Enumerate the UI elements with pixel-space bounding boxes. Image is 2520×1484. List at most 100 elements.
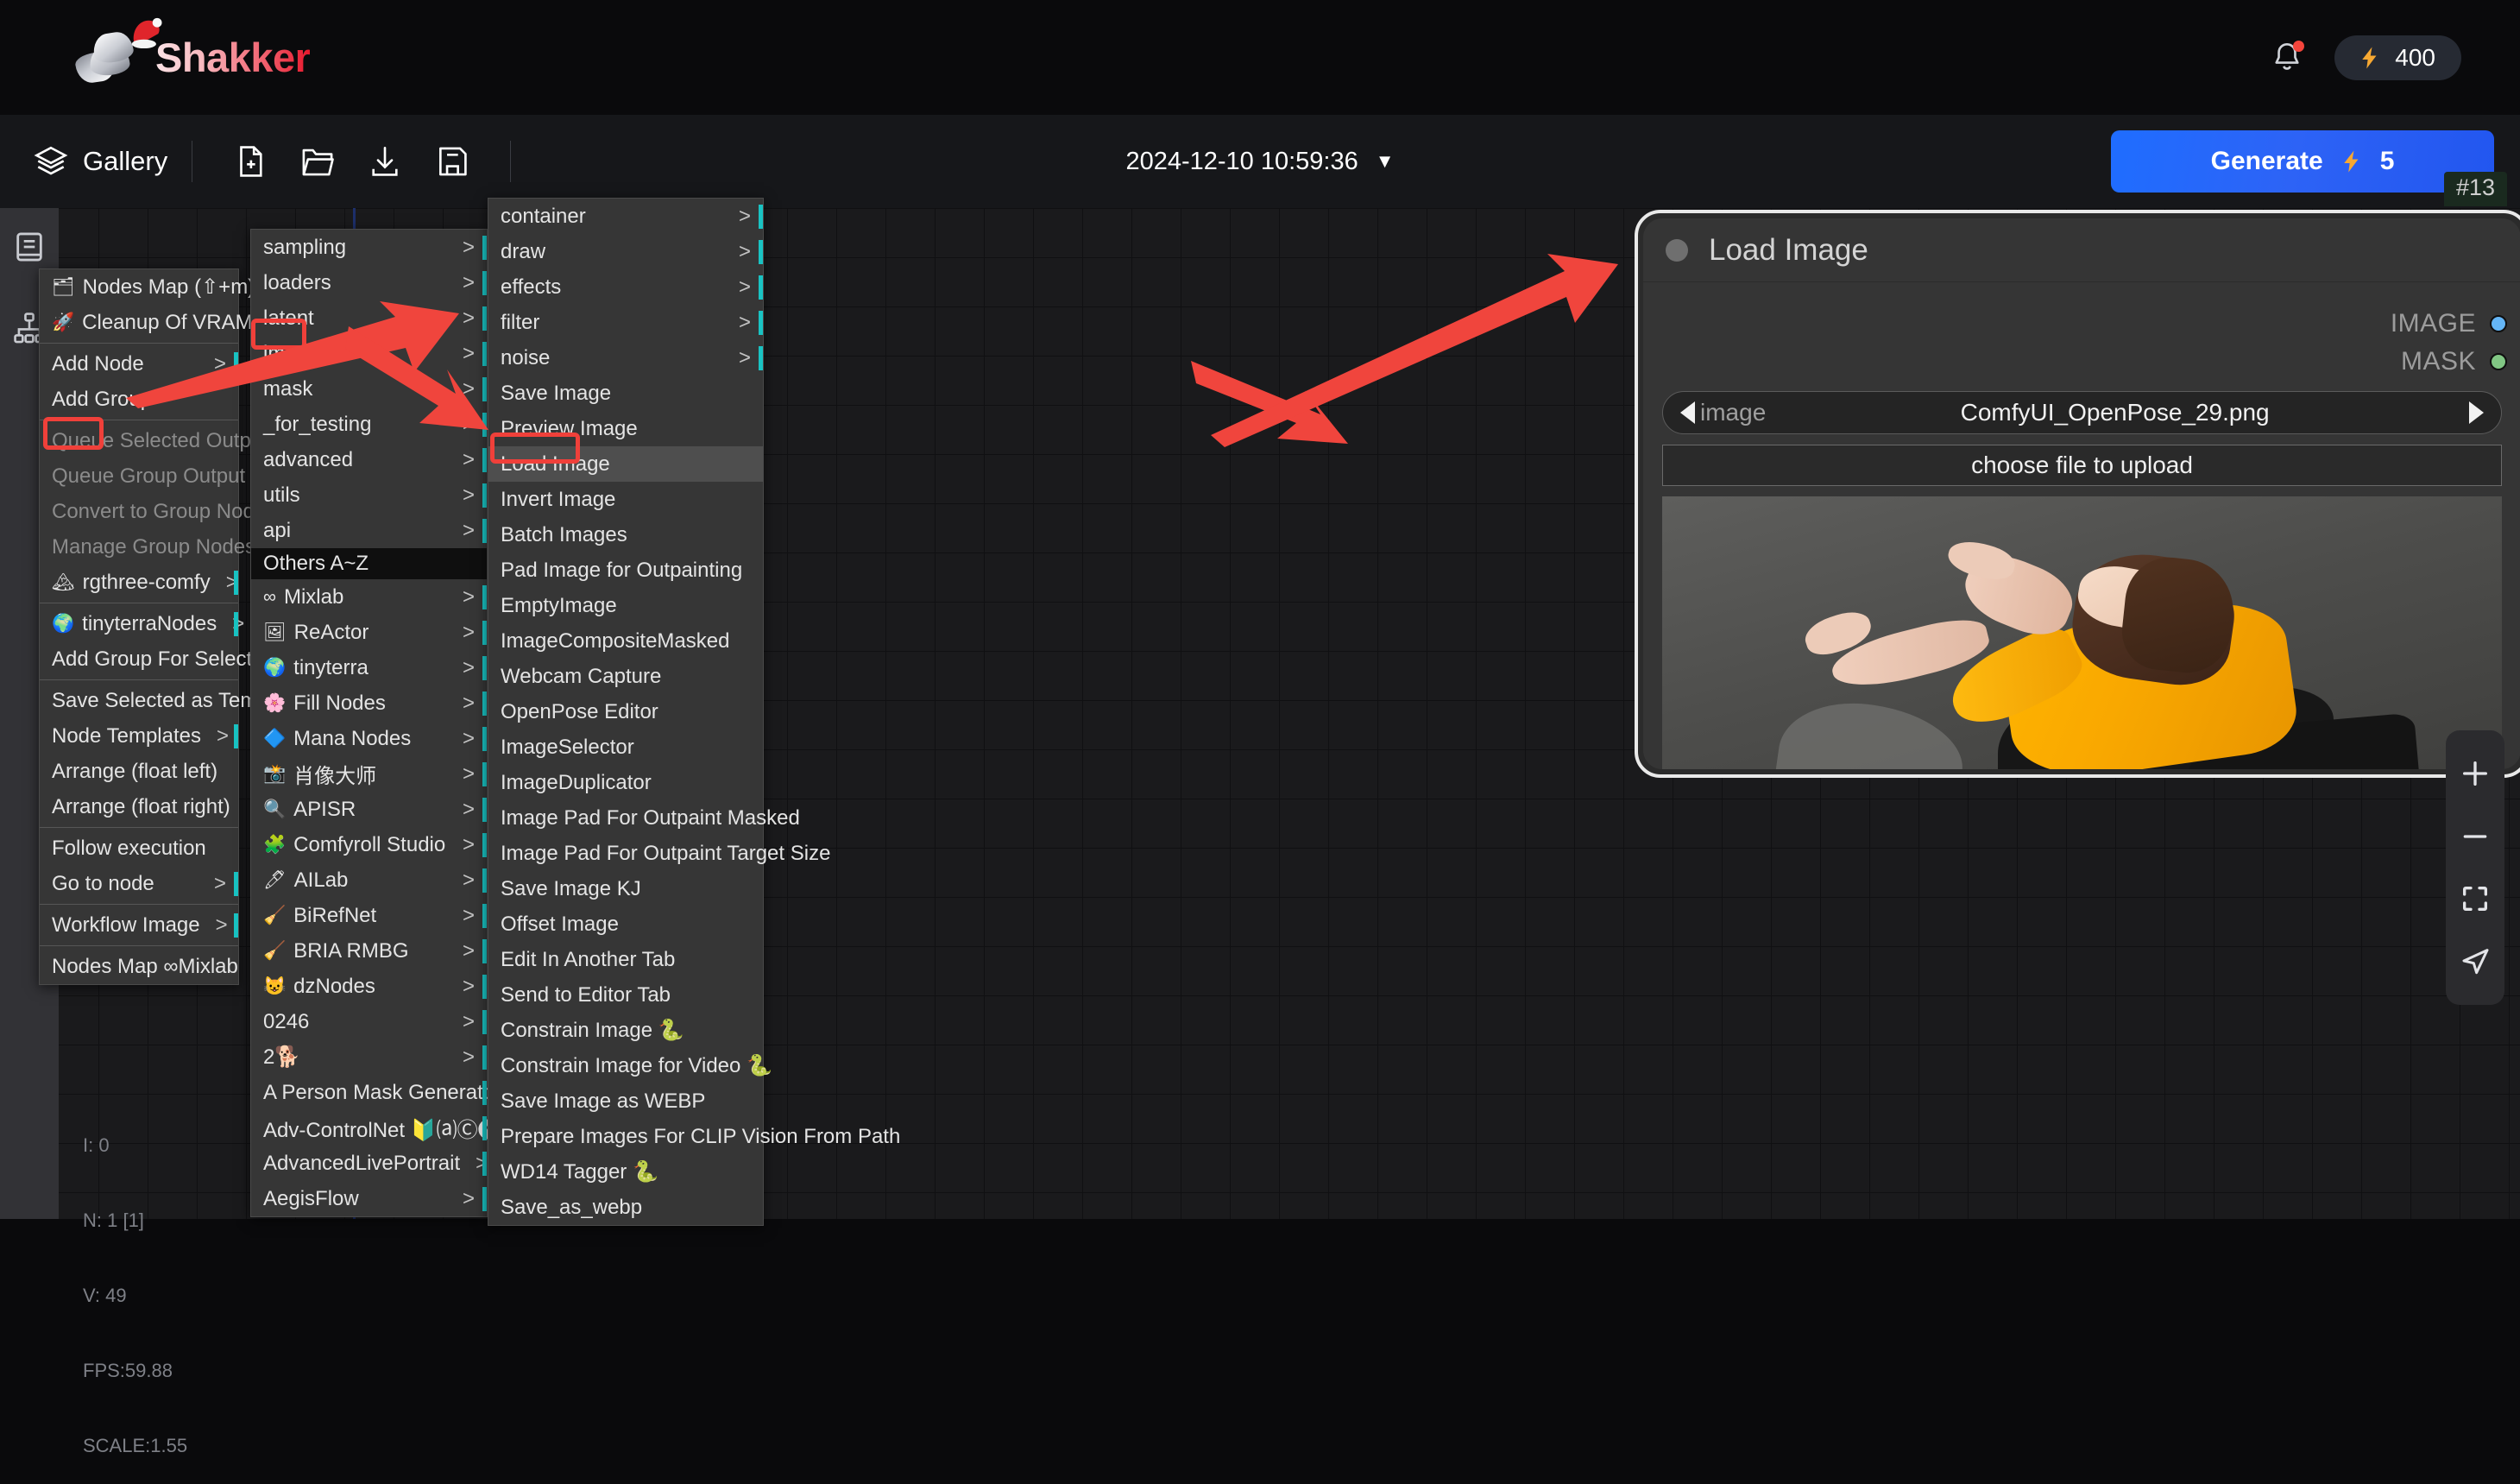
menu-item[interactable]: Load Image	[488, 446, 763, 482]
menu-item[interactable]: 🧹BRIA RMBG>	[251, 933, 487, 969]
menu-item[interactable]: ImageDuplicator	[488, 765, 763, 800]
menu-item[interactable]: 🔍APISR>	[251, 792, 487, 827]
canvas-context-menu[interactable]: 🗂Nodes Map (⇧+m)🚀Cleanup Of VRAM Used (⇧…	[39, 268, 239, 985]
menu-item[interactable]: 🌸Fill Nodes>	[251, 685, 487, 721]
menu-item[interactable]: 😺dzNodes>	[251, 969, 487, 1004]
menu-item[interactable]: Node Templates>	[40, 718, 238, 754]
menu-item[interactable]: Nodes Map ∞Mixlab	[40, 949, 238, 984]
node-title-bar[interactable]: Load Image	[1643, 218, 2520, 282]
menu-item[interactable]: image>	[251, 336, 487, 371]
port-dot-icon[interactable]	[2490, 315, 2507, 332]
menu-item[interactable]: Save Selected as Template	[40, 683, 238, 718]
menu-item[interactable]: ImageCompositeMasked	[488, 623, 763, 659]
credits-pill[interactable]: 400	[2334, 35, 2461, 80]
menu-item[interactable]: Edit In Another Tab	[488, 942, 763, 977]
save-icon[interactable]	[434, 143, 470, 180]
gallery-button[interactable]: Gallery	[33, 143, 167, 180]
node-output-image[interactable]: IMAGE	[1643, 305, 2520, 343]
menu-item[interactable]: 🔷Mana Nodes>	[251, 721, 487, 756]
image-category-submenu[interactable]: container>draw>effects>filter>noise>Save…	[488, 198, 764, 1226]
menu-item[interactable]: 🏔rgthree-comfy>	[40, 565, 238, 600]
menu-item[interactable]: 🚀Cleanup Of VRAM Used (⇧+r)	[40, 305, 238, 340]
collapse-dot-icon[interactable]	[1666, 239, 1688, 262]
menu-item[interactable]: Workflow Image>	[40, 907, 238, 943]
notification-bell-button[interactable]	[2269, 40, 2305, 76]
menu-item[interactable]: Follow execution	[40, 830, 238, 866]
menu-item[interactable]: Send to Editor Tab	[488, 977, 763, 1013]
menu-item[interactable]: Go to node>	[40, 866, 238, 901]
menu-item[interactable]: noise>	[488, 340, 763, 376]
menu-item[interactable]: 🖊AILab>	[251, 862, 487, 898]
generate-button[interactable]: Generate 5	[2111, 130, 2494, 193]
menu-item[interactable]: latent>	[251, 300, 487, 336]
port-dot-icon[interactable]	[2490, 353, 2507, 370]
menu-item[interactable]: api>	[251, 513, 487, 548]
menu-item[interactable]: 🧹BiRefNet>	[251, 898, 487, 933]
menu-item[interactable]: Constrain Image 🐍	[488, 1013, 763, 1048]
open-folder-icon[interactable]	[299, 143, 336, 180]
pan-cursor-icon[interactable]	[2458, 944, 2492, 979]
menu-item[interactable]: Constrain Image for Video 🐍	[488, 1048, 763, 1083]
workflow-timestamp-dropdown[interactable]: 2024-12-10 10:59:36 ▼	[1079, 148, 1441, 176]
menu-item[interactable]: Pad Image for Outpainting	[488, 553, 763, 588]
node-output-mask[interactable]: MASK	[1643, 343, 2520, 381]
menu-item[interactable]: container>	[488, 199, 763, 234]
download-icon[interactable]	[367, 143, 403, 180]
menu-item[interactable]: advanced>	[251, 442, 487, 477]
add-node-submenu[interactable]: sampling>loaders>latent>image>mask>_for_…	[250, 229, 488, 1217]
menu-item[interactable]: draw>	[488, 234, 763, 269]
menu-item[interactable]: Save Image	[488, 376, 763, 411]
menu-item[interactable]: loaders>	[251, 265, 487, 300]
menu-item[interactable]: Image Pad For Outpaint Masked	[488, 800, 763, 836]
menu-item[interactable]: mask>	[251, 371, 487, 407]
menu-item[interactable]: Invert Image	[488, 482, 763, 517]
menu-item[interactable]: Save Image as WEBP	[488, 1083, 763, 1119]
menu-item[interactable]: _for_testing>	[251, 407, 487, 442]
menu-item[interactable]: Add Group	[40, 382, 238, 417]
menu-item[interactable]: AegisFlow>	[251, 1181, 487, 1216]
menu-item[interactable]: 🗂Nodes Map (⇧+m)	[40, 269, 238, 305]
menu-item[interactable]: WD14 Tagger 🐍	[488, 1154, 763, 1190]
triangle-right-icon[interactable]	[2469, 401, 2484, 424]
menu-item[interactable]: filter>	[488, 305, 763, 340]
new-workflow-icon[interactable]	[232, 143, 268, 180]
menu-item[interactable]: EmptyImage	[488, 588, 763, 623]
menu-item[interactable]: sampling>	[251, 230, 487, 265]
menu-item[interactable]: Add Node>	[40, 346, 238, 382]
menu-item[interactable]: Batch Images	[488, 517, 763, 553]
menu-item[interactable]: Image Pad For Outpaint Target Size	[488, 836, 763, 871]
menu-item[interactable]: 2🐕>	[251, 1039, 487, 1075]
menu-item[interactable]: effects>	[488, 269, 763, 305]
queue-icon[interactable]	[11, 229, 47, 265]
menu-item[interactable]: 🖼ReActor>	[251, 615, 487, 650]
menu-item[interactable]: Save_as_webp	[488, 1190, 763, 1225]
menu-item[interactable]: 🌍tinyterraNodes>	[40, 606, 238, 641]
menu-item[interactable]: ImageSelector	[488, 729, 763, 765]
menu-item[interactable]: Prepare Images For CLIP Vision From Path	[488, 1119, 763, 1154]
menu-item[interactable]: Adv-ControlNet 🔰⒜Ⓒ🅝>	[251, 1110, 487, 1146]
menu-item[interactable]: Arrange (float left)	[40, 754, 238, 789]
menu-item[interactable]: AdvancedLivePortrait>	[251, 1146, 487, 1181]
menu-item[interactable]: Arrange (float right)	[40, 789, 238, 824]
zoom-in-icon[interactable]	[2458, 756, 2492, 791]
triangle-left-icon[interactable]	[1680, 401, 1695, 424]
menu-item[interactable]: Save Image KJ	[488, 871, 763, 906]
choose-file-to-upload-button[interactable]: choose file to upload	[1662, 445, 2502, 486]
menu-item[interactable]: ∞Mixlab>	[251, 579, 487, 615]
menu-item[interactable]: 📸肖像大师>	[251, 756, 487, 792]
menu-item[interactable]: 0246>	[251, 1004, 487, 1039]
brand-logo[interactable]: Shakker	[76, 31, 310, 85]
menu-item[interactable]: OpenPose Editor	[488, 694, 763, 729]
zoom-out-icon[interactable]	[2458, 819, 2492, 854]
menu-item[interactable]: 🌍tinyterra>	[251, 650, 487, 685]
menu-item[interactable]: Add Group For Selected Nodes	[40, 641, 238, 677]
menu-item[interactable]: Offset Image	[488, 906, 763, 942]
menu-item[interactable]: 🧩Comfyroll Studio>	[251, 827, 487, 862]
menu-item[interactable]: utils>	[251, 477, 487, 513]
load-image-node[interactable]: #13 Load Image IMAGE MASK image ComfyUI_…	[1635, 210, 2520, 778]
fit-to-screen-icon[interactable]	[2458, 881, 2492, 916]
menu-item[interactable]: Preview Image	[488, 411, 763, 446]
menu-item[interactable]: A Person Mask Generator - David Bielejes…	[251, 1075, 487, 1110]
image-combo-widget[interactable]: image ComfyUI_OpenPose_29.png	[1662, 391, 2502, 434]
menu-item[interactable]: Webcam Capture	[488, 659, 763, 694]
